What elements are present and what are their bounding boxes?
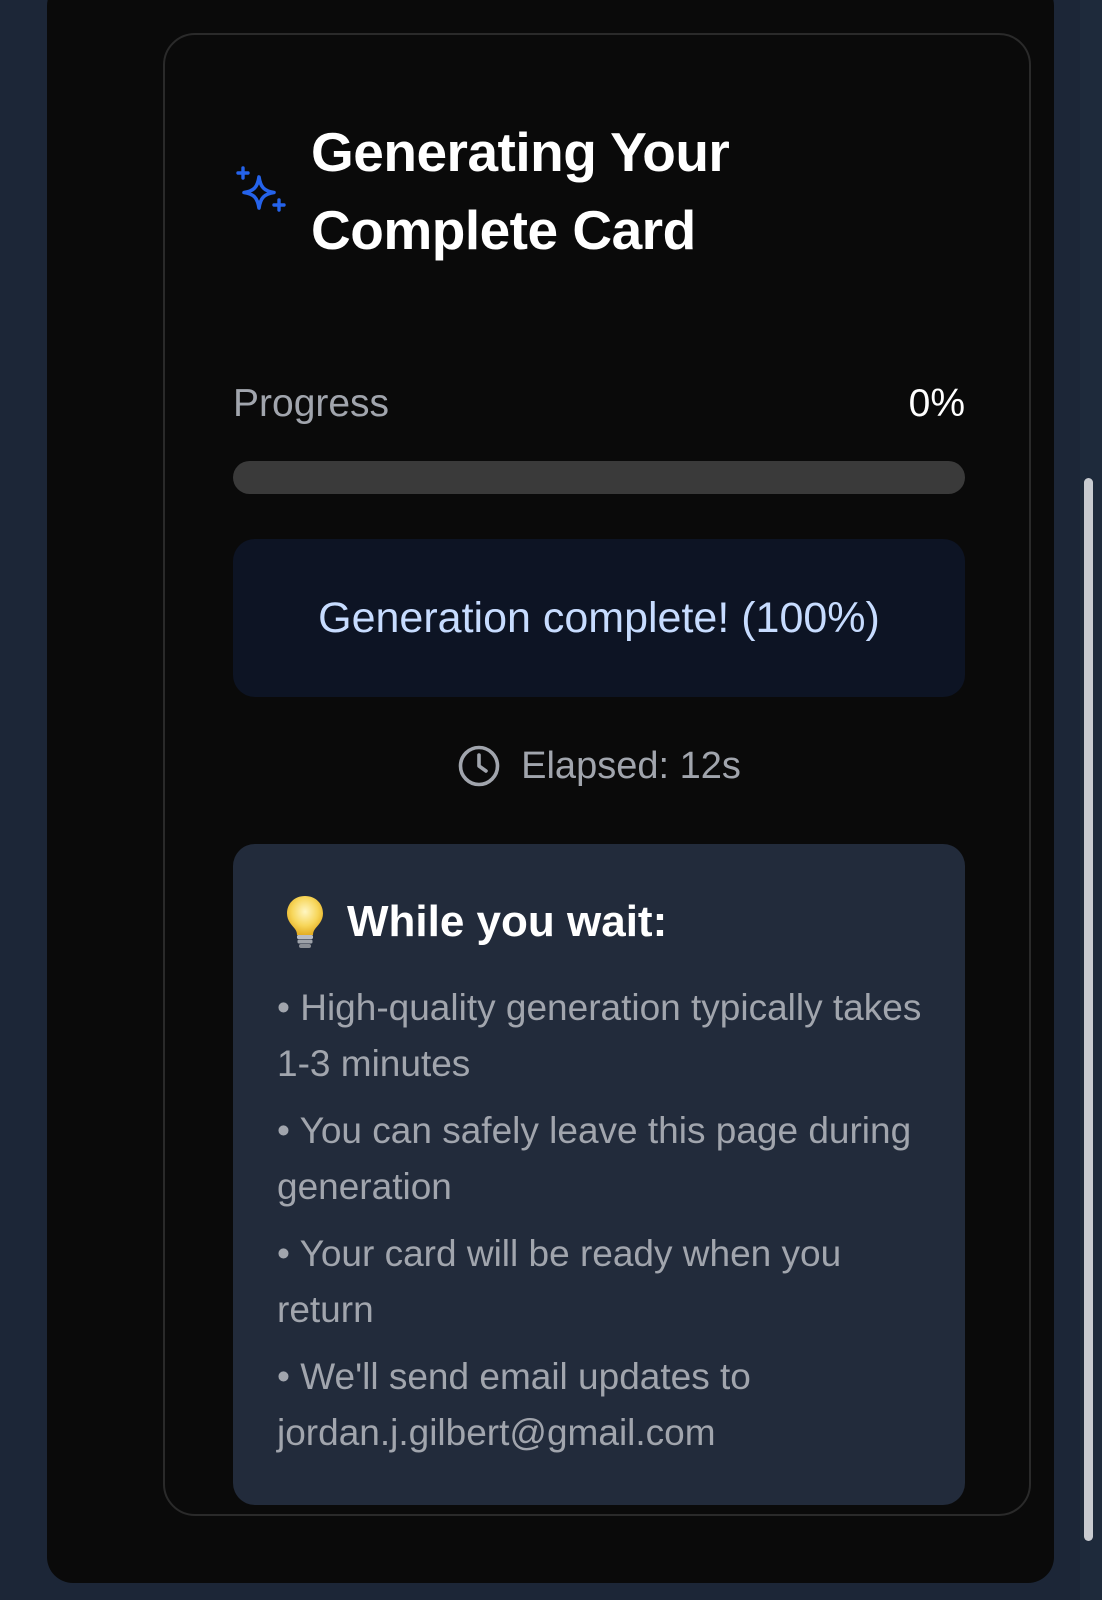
lightbulb-icon <box>287 896 323 948</box>
progress-percent: 0% <box>908 382 965 425</box>
status-banner: Generation complete! (100%) <box>233 539 965 697</box>
progress-bar <box>233 461 965 494</box>
list-item: • Your card will be ready when you retur… <box>277 1233 842 1330</box>
list-item: • We'll send email updates to jordan.j.g… <box>277 1356 751 1453</box>
page: Generating Your Complete Card Progress 0… <box>0 0 1102 1600</box>
sparkles-icon <box>236 166 286 212</box>
status-message: Generation complete! (100%) <box>318 593 880 642</box>
list-item: • High-quality generation typically take… <box>277 987 922 1084</box>
progress-label: Progress <box>233 382 390 425</box>
generation-card: Generating Your Complete Card Progress 0… <box>163 33 1031 1516</box>
tips-list: • High-quality generation typically take… <box>277 980 937 1472</box>
page-title: Generating Your Complete Card <box>311 121 730 261</box>
elapsed-time: Elapsed: 12s <box>165 744 1033 788</box>
list-item: • You can safely leave this page during … <box>277 1110 912 1207</box>
elapsed-text: Elapsed: 12s <box>521 744 741 787</box>
scrollbar-thumb[interactable] <box>1084 478 1093 1541</box>
tips-panel: While you wait: • High-quality generatio… <box>233 844 965 1505</box>
card-header: Generating Your Complete Card <box>235 113 781 269</box>
progress-row: Progress 0% <box>233 382 965 426</box>
modal-panel: Generating Your Complete Card Progress 0… <box>47 0 1054 1583</box>
tips-title: While you wait: <box>347 897 668 946</box>
clock-icon <box>458 745 500 787</box>
tips-header: While you wait: <box>285 894 667 950</box>
